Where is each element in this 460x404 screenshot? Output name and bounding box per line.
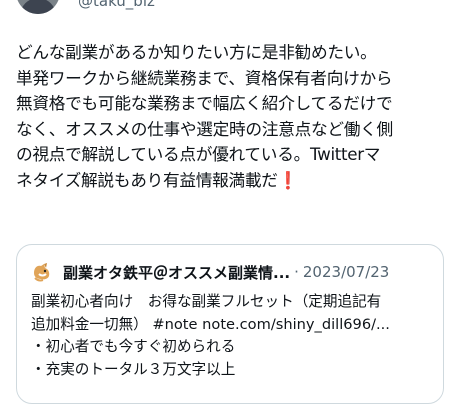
quoted-line: ・初心者でも今すぐ初められる — [31, 338, 236, 355]
tweet-line: 無資格でも可能な業務まで幅広く紹介してるだけで — [16, 93, 393, 114]
tweet-line: の視点で解説している点が優れている。Twitterマ — [16, 144, 381, 165]
quoted-tweet-card[interactable]: 副業オタ鉄平＠オススメ副業情... · 2023/07/23 副業初心者向け お… — [16, 244, 444, 404]
quoted-line: 副業初心者向け お得な副業フルセット（定期追記有 — [31, 293, 382, 310]
dog-avatar-icon — [31, 261, 53, 283]
quoted-author-name[interactable]: 副業オタ鉄平＠オススメ副業情... — [63, 262, 290, 283]
quoted-line: 追加料金一切無） #note note.com/shiny_dill696/..… — [31, 315, 390, 333]
quoted-tweet-header: 副業オタ鉄平＠オススメ副業情... · 2023/07/23 — [31, 261, 389, 283]
tweet-line: ネタイズ解説もあり有益情報満載だ — [16, 169, 278, 190]
quoted-line: ・充実のトータル３万文字以上 — [31, 360, 236, 378]
quoted-tweet-date[interactable]: 2023/07/23 — [303, 263, 389, 281]
tweet-line: なく、オススメの仕事や選定時の注意点など働く側 — [16, 118, 393, 139]
tweet-text: どんな副業があるか知りたい方に是非勧めたい。 単発ワークから継続業務まで、資格保… — [16, 40, 446, 194]
author-handle[interactable]: @taku_biz — [78, 0, 155, 10]
exclamation-emoji-icon: ❗ — [277, 169, 299, 190]
tweet-line: 単発ワークから継続業務まで、資格保有者向けから — [16, 67, 393, 88]
header-separator: · — [294, 263, 299, 281]
tweet-line: どんな副業があるか知りたい方に是非勧めたい。 — [16, 42, 377, 62]
author-avatar[interactable] — [16, 0, 60, 14]
avatar-body — [20, 0, 56, 14]
quoted-tweet-body: 副業初心者向け お得な副業フルセット（定期追記有 追加料金一切無） #note … — [31, 291, 437, 381]
tweet-line-last: ネタイズ解説もあり有益情報満載だ❗ — [16, 168, 446, 194]
